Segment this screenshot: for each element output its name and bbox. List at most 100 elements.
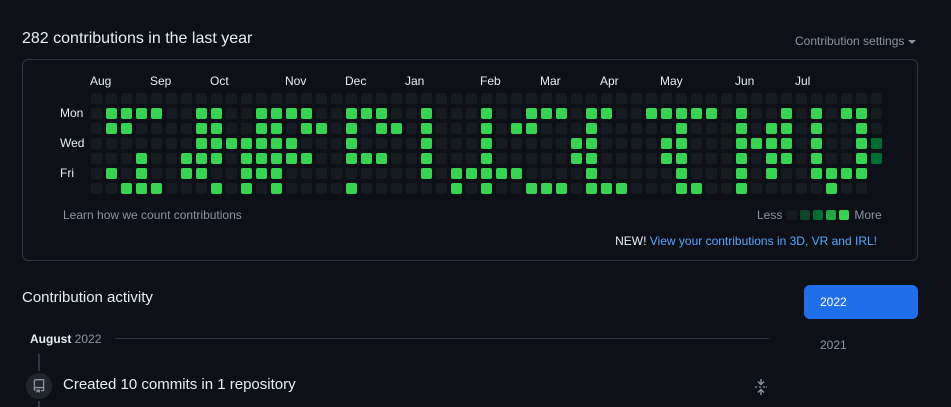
contribution-cell[interactable] — [136, 123, 147, 134]
contribution-cell[interactable] — [361, 108, 372, 119]
contribution-cell[interactable] — [331, 138, 342, 149]
contribution-cell[interactable] — [121, 93, 132, 104]
contribution-cell[interactable] — [721, 168, 732, 179]
contribution-cell[interactable] — [646, 183, 657, 194]
contribution-cell[interactable] — [841, 138, 852, 149]
contribution-cell[interactable] — [871, 138, 882, 149]
contribution-cell[interactable] — [151, 93, 162, 104]
contribution-cell[interactable] — [676, 138, 687, 149]
contribution-cell[interactable] — [556, 153, 567, 164]
contribution-cell[interactable] — [541, 108, 552, 119]
contribution-cell[interactable] — [451, 123, 462, 134]
contribution-cell[interactable] — [556, 138, 567, 149]
contribution-cell[interactable] — [286, 183, 297, 194]
contribution-cell[interactable] — [151, 108, 162, 119]
contribution-cell[interactable] — [211, 153, 222, 164]
contribution-cell[interactable] — [106, 93, 117, 104]
contribution-cell[interactable] — [751, 183, 762, 194]
contribution-cell[interactable] — [466, 183, 477, 194]
contribution-cell[interactable] — [601, 123, 612, 134]
contribution-cell[interactable] — [586, 168, 597, 179]
contribution-cell[interactable] — [196, 183, 207, 194]
contribution-cell[interactable] — [301, 123, 312, 134]
contribution-cell[interactable] — [556, 108, 567, 119]
contribution-cell[interactable] — [766, 183, 777, 194]
contribution-cell[interactable] — [316, 93, 327, 104]
contribution-cell[interactable] — [841, 123, 852, 134]
contribution-cell[interactable] — [691, 183, 702, 194]
contribution-cell[interactable] — [811, 168, 822, 179]
contribution-cell[interactable] — [691, 123, 702, 134]
contribution-cell[interactable] — [226, 93, 237, 104]
contribution-cell[interactable] — [331, 93, 342, 104]
contribution-cell[interactable] — [841, 108, 852, 119]
contribution-cell[interactable] — [91, 168, 102, 179]
contribution-cell[interactable] — [241, 108, 252, 119]
contribution-cell[interactable] — [826, 108, 837, 119]
contribution-cell[interactable] — [166, 153, 177, 164]
contribution-cell[interactable] — [436, 153, 447, 164]
contribution-cell[interactable] — [616, 183, 627, 194]
contribution-cell[interactable] — [316, 123, 327, 134]
contribution-cell[interactable] — [676, 183, 687, 194]
contribution-cell[interactable] — [616, 168, 627, 179]
contribution-cell[interactable] — [226, 153, 237, 164]
contribution-cell[interactable] — [856, 93, 867, 104]
contribution-cell[interactable] — [331, 123, 342, 134]
contribution-cell[interactable] — [751, 93, 762, 104]
contribution-cell[interactable] — [271, 168, 282, 179]
contribution-cell[interactable] — [406, 138, 417, 149]
contribution-cell[interactable] — [451, 168, 462, 179]
contribution-cell[interactable] — [706, 93, 717, 104]
contribution-cell[interactable] — [571, 108, 582, 119]
contribution-cell[interactable] — [796, 93, 807, 104]
contribution-cell[interactable] — [346, 153, 357, 164]
contribution-cell[interactable] — [166, 123, 177, 134]
contribution-cell[interactable] — [601, 153, 612, 164]
contribution-cell[interactable] — [376, 168, 387, 179]
contribution-cell[interactable] — [181, 108, 192, 119]
contribution-cell[interactable] — [481, 138, 492, 149]
contribution-cell[interactable] — [316, 108, 327, 119]
contribution-cell[interactable] — [871, 108, 882, 119]
contribution-cell[interactable] — [556, 123, 567, 134]
contribution-cell[interactable] — [406, 183, 417, 194]
contribution-cell[interactable] — [781, 168, 792, 179]
contribution-cell[interactable] — [241, 138, 252, 149]
contribution-cell[interactable] — [451, 93, 462, 104]
contribution-cell[interactable] — [796, 183, 807, 194]
contribution-cell[interactable] — [286, 138, 297, 149]
contribution-cell[interactable] — [721, 183, 732, 194]
contribution-cell[interactable] — [391, 183, 402, 194]
contribution-cell[interactable] — [226, 183, 237, 194]
contribution-cell[interactable] — [376, 93, 387, 104]
contribution-cell[interactable] — [706, 138, 717, 149]
contribution-cell[interactable] — [106, 138, 117, 149]
contribution-cell[interactable] — [481, 168, 492, 179]
contribution-cell[interactable] — [616, 153, 627, 164]
contribution-cell[interactable] — [751, 138, 762, 149]
contribution-cell[interactable] — [271, 93, 282, 104]
contribution-cell[interactable] — [571, 183, 582, 194]
contribution-cell[interactable] — [376, 123, 387, 134]
contribution-cell[interactable] — [721, 153, 732, 164]
contribution-cell[interactable] — [466, 108, 477, 119]
contribution-settings-dropdown[interactable]: Contribution settings — [795, 34, 917, 48]
contribution-cell[interactable] — [301, 183, 312, 194]
contribution-cell[interactable] — [466, 153, 477, 164]
contribution-cell[interactable] — [811, 108, 822, 119]
contribution-cell[interactable] — [406, 123, 417, 134]
contribution-cell[interactable] — [391, 138, 402, 149]
contribution-cell[interactable] — [766, 168, 777, 179]
contribution-cell[interactable] — [856, 168, 867, 179]
contribution-cell[interactable] — [91, 153, 102, 164]
contribution-cell[interactable] — [361, 138, 372, 149]
contribution-cell[interactable] — [601, 168, 612, 179]
contribution-cell[interactable] — [751, 168, 762, 179]
contribution-cell[interactable] — [211, 93, 222, 104]
contribution-cell[interactable] — [271, 108, 282, 119]
contribution-cell[interactable] — [421, 138, 432, 149]
contribution-cell[interactable] — [736, 168, 747, 179]
contribution-cell[interactable] — [391, 168, 402, 179]
contribution-cell[interactable] — [721, 93, 732, 104]
